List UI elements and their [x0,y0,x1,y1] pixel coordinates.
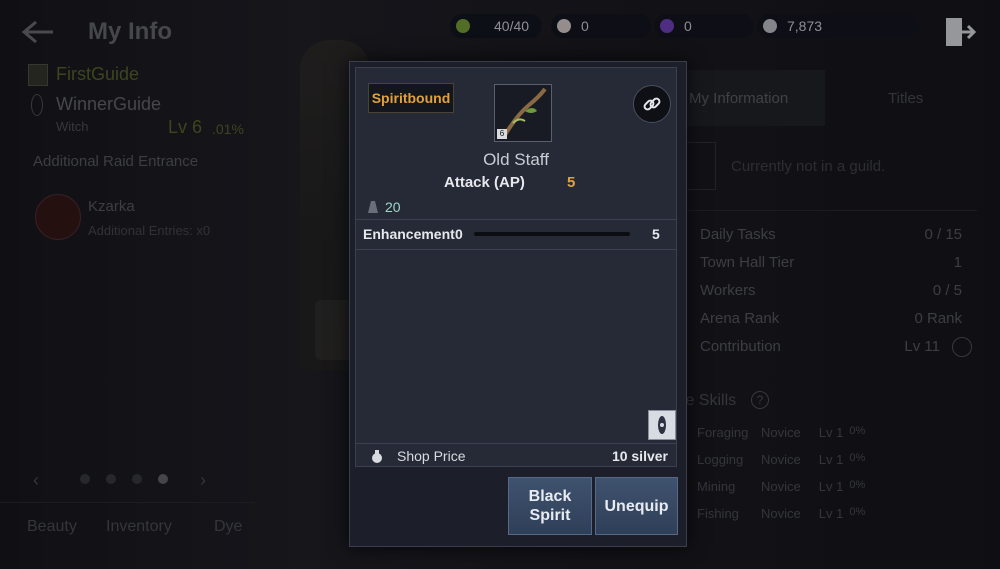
item-icon-slot: 6 [494,84,552,142]
enhancement-bar [474,232,630,236]
chain-link-icon [643,97,661,111]
item-detail-panel: Spiritbound 6 Old Staff Attack (AP) 5 20… [355,67,677,467]
enhancement-label: Enhancement [363,226,455,242]
black-spirit-label-line1: Black [528,488,572,505]
enhancement-current: 0 [455,226,463,242]
unequip-label: Unequip [604,497,669,515]
divider [356,249,676,250]
coin-bag-icon [370,449,384,463]
item-name: Old Staff [483,150,549,169]
divider [356,443,676,444]
weight-value: 20 [385,199,401,215]
attack-value: 5 [567,174,576,191]
weight-icon [368,201,378,213]
black-spirit-icon[interactable] [648,410,676,440]
shop-price-value: 10 silver [611,448,668,464]
black-spirit-button[interactable]: Black Spirit [508,477,592,535]
black-spirit-label-line2: Spirit [529,507,571,524]
unequip-button[interactable]: Unequip [595,477,678,535]
enhancement-max: 5 [652,226,660,242]
item-tooltip-modal: Spiritbound 6 Old Staff Attack (AP) 5 20… [349,61,687,547]
spiritbound-badge: Spiritbound [368,83,454,113]
divider [356,219,676,220]
attack-label: Attack (AP) [444,174,525,191]
shop-price-label: Shop Price [397,448,466,464]
lock-level-badge: 6 [497,129,507,139]
link-button[interactable] [633,85,671,123]
